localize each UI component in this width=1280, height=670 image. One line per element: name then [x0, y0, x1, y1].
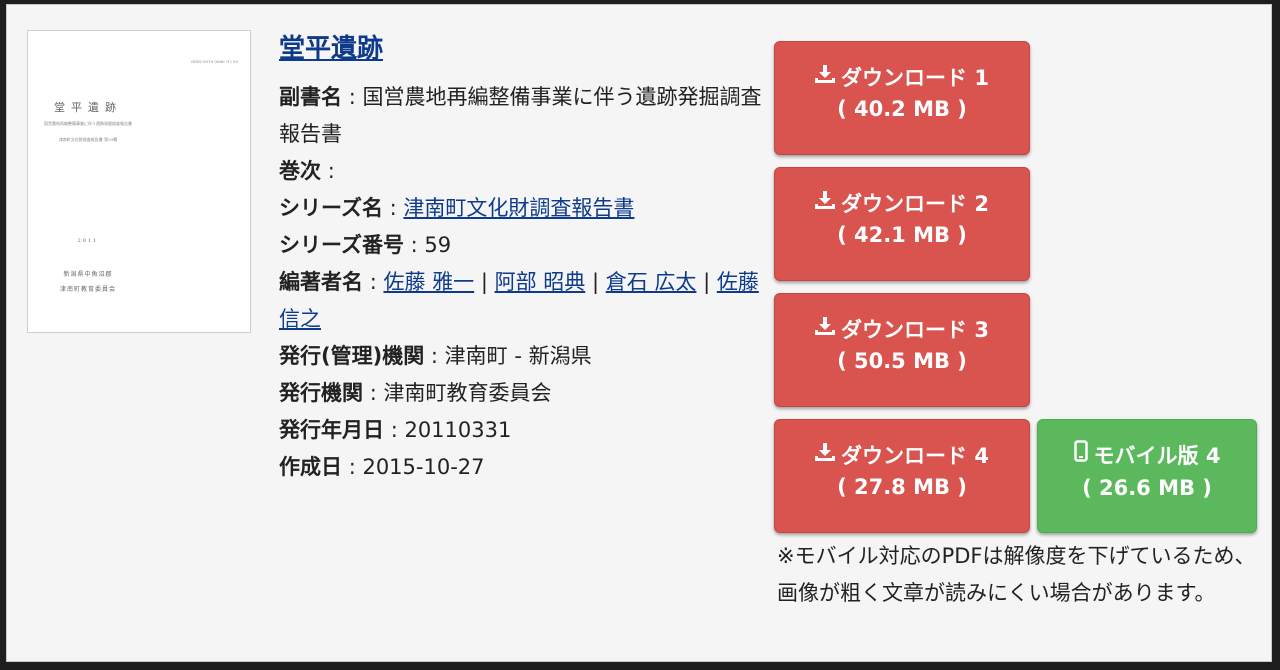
field-series-number-value: 59	[424, 233, 452, 257]
field-organization-label: 発行(管理)機関	[279, 344, 425, 368]
cover-publisher-2: 津南町教育委員会	[59, 286, 116, 293]
field-publisher-value: 津南町教育委員会	[383, 381, 552, 405]
mobile-note: ※モバイル対応のPDFは解像度を下げているため、画像が粗く文章が読みにくい場合が…	[777, 544, 1256, 605]
report-title-link[interactable]: 堂平遺跡	[279, 31, 769, 67]
download-button-1[interactable]: ダウンロード 1 ( 40.2 MB )	[774, 41, 1030, 155]
download-icon	[815, 62, 836, 90]
cover-title: 堂平遺跡	[54, 101, 122, 114]
download-label: ダウンロード 2	[841, 192, 989, 216]
separator: :	[410, 233, 418, 257]
download-size: ( 27.8 MB )	[837, 475, 967, 499]
download-icon	[815, 188, 836, 216]
mobile-label: モバイル版 4	[1093, 444, 1221, 468]
field-series-number: シリーズ番号 : 59	[279, 227, 769, 264]
download-label: ダウンロード 4	[841, 444, 989, 468]
download-button-3[interactable]: ダウンロード 3 ( 50.5 MB )	[774, 293, 1030, 407]
author-link[interactable]: 倉石 広太	[606, 270, 697, 294]
cover-publisher-1: 新潟県中魚沼郡	[63, 271, 113, 278]
download-size: ( 42.1 MB )	[837, 223, 967, 247]
field-series: シリーズ名 : 津南町文化財調査報告書	[279, 190, 769, 227]
download-size: ( 50.5 MB )	[837, 349, 967, 373]
cover-subtitle: 国営農地再編整備事業に伴う遺跡発掘調査報告書	[44, 121, 132, 126]
download-label: ダウンロード 1	[841, 66, 989, 90]
author-link[interactable]: 阿部 昭典	[495, 270, 586, 294]
field-publish-date-label: 発行年月日	[279, 418, 384, 442]
field-publisher-label: 発行機関	[279, 381, 363, 405]
field-authors: 編著者名 : 佐藤 雅一 | 阿部 昭典 | 倉石 広太 | 佐藤 信之	[279, 270, 759, 331]
report-info: 堂平遺跡 副書名 : 国営農地再編整備事業に伴う遺跡発掘調査報告書 巻次 : シ…	[279, 31, 769, 486]
field-organization-value: 津南町 - 新潟県	[444, 344, 592, 368]
separator: :	[369, 381, 377, 405]
separator: :	[327, 159, 335, 183]
download-button-4[interactable]: ダウンロード 4 ( 27.8 MB )	[774, 419, 1030, 533]
mobile-phone-icon	[1073, 439, 1088, 469]
field-organization: 発行(管理)機関 : 津南町 - 新潟県	[279, 338, 769, 375]
separator: :	[348, 455, 356, 479]
mobile-size: ( 26.6 MB )	[1082, 475, 1212, 500]
field-created-date-value: 2015-10-27	[362, 455, 485, 479]
field-subtitle: 副書名 : 国営農地再編整備事業に伴う遺跡発掘調査報告書	[279, 79, 769, 153]
field-volume-label: 巻次	[279, 159, 321, 183]
cover-code: ISSN-0919-3686 (1) 59	[191, 59, 238, 64]
report-panel: ISSN-0919-3686 (1) 59 堂平遺跡 国営農地再編整備事業に伴う…	[6, 4, 1272, 662]
field-publish-date: 発行年月日 : 20110331	[279, 412, 769, 449]
download-size: ( 40.2 MB )	[837, 97, 967, 121]
separator: :	[348, 85, 356, 109]
field-created-date-label: 作成日	[279, 455, 342, 479]
field-authors-label: 編著者名	[279, 270, 363, 294]
separator: :	[430, 344, 438, 368]
cover-year: 2011	[77, 238, 99, 244]
field-series-number-label: シリーズ番号	[279, 233, 404, 257]
report-cover-thumbnail[interactable]: ISSN-0919-3686 (1) 59 堂平遺跡 国営農地再編整備事業に伴う…	[27, 30, 251, 333]
separator: :	[390, 418, 398, 442]
download-icon	[815, 314, 836, 342]
download-icon	[815, 440, 836, 468]
field-publisher: 発行機関 : 津南町教育委員会	[279, 375, 769, 412]
field-volume: 巻次 :	[279, 153, 769, 190]
separator: :	[389, 196, 397, 220]
field-created-date: 作成日 : 2015-10-27	[279, 449, 769, 486]
series-link[interactable]: 津南町文化財調査報告書	[403, 196, 634, 220]
separator: :	[369, 270, 377, 294]
mobile-download-button[interactable]: モバイル版 4 ( 26.6 MB )	[1037, 419, 1257, 533]
cover-series: 津南町文化財調査報告書 第59輯	[58, 137, 118, 142]
field-series-label: シリーズ名	[279, 196, 383, 220]
author-link[interactable]: 佐藤 雅一	[383, 270, 474, 294]
download-button-2[interactable]: ダウンロード 2 ( 42.1 MB )	[774, 167, 1030, 281]
field-subtitle-label: 副書名	[279, 85, 342, 109]
field-publish-date-value: 20110331	[404, 418, 512, 442]
download-label: ダウンロード 3	[841, 318, 989, 342]
